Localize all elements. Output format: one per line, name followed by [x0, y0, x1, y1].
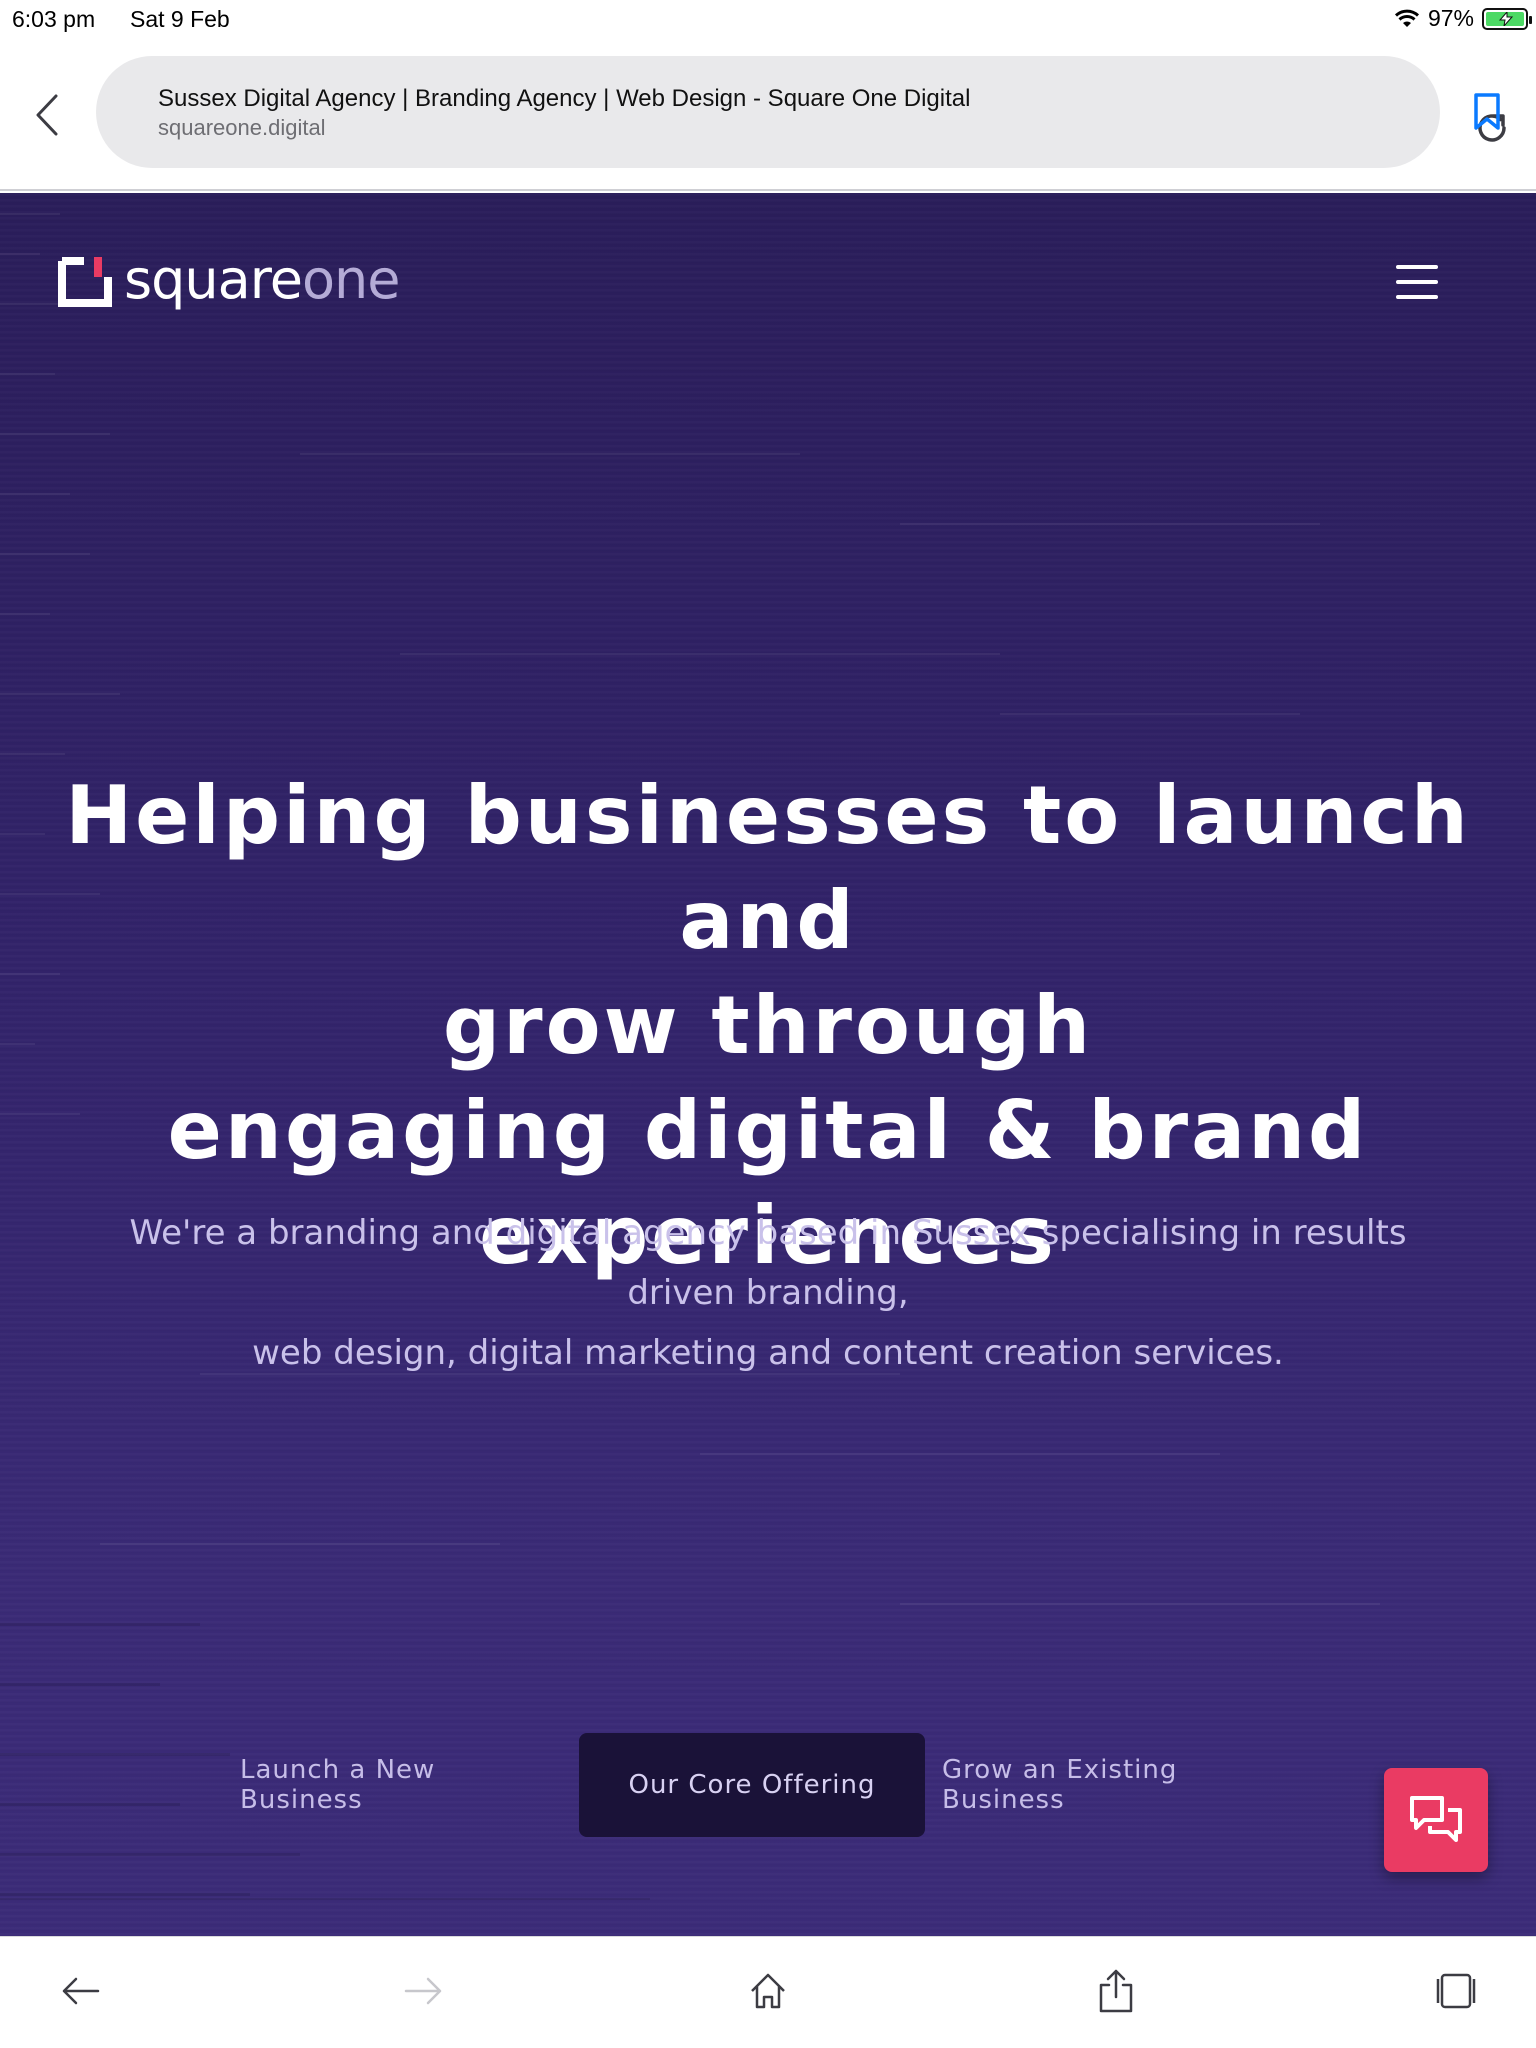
tabs-icon[interactable]: [1432, 1967, 1480, 2015]
battery-charging-icon: [1482, 7, 1532, 30]
forward-arrow-icon[interactable]: [400, 1967, 448, 2015]
tab-our-core-offering[interactable]: Our Core Offering: [579, 1733, 925, 1837]
logo-word-square: square: [124, 248, 303, 311]
hero-description: We're a branding and digital agency base…: [100, 1203, 1436, 1383]
headline-line: engaging digital & brand: [167, 1084, 1369, 1177]
status-bar: 6:03 pm Sat 9 Feb 97%: [0, 0, 1536, 40]
page-host: squareone.digital: [158, 115, 326, 140]
back-arrow-icon[interactable]: [56, 1967, 104, 2015]
browser-address-bar: Sussex Digital Agency | Branding Agency …: [0, 40, 1536, 191]
share-icon[interactable]: [1092, 1967, 1140, 2015]
square-one-logo-mark: [58, 257, 112, 307]
logo-word-one: one: [301, 248, 400, 311]
hero-section: square one Helping businesses to launch …: [0, 193, 1536, 1936]
tab-launch-new-business[interactable]: Launch a New Business: [240, 1733, 560, 1837]
url-field[interactable]: Sussex Digital Agency | Branding Agency …: [96, 56, 1506, 168]
description-line: We're a branding and digital agency base…: [129, 1213, 1407, 1253]
wifi-icon: [1394, 9, 1419, 27]
back-chevron-icon[interactable]: [32, 90, 62, 140]
home-icon[interactable]: [744, 1967, 792, 2015]
page-title: Sussex Digital Agency | Branding Agency …: [158, 85, 971, 112]
site-logo[interactable]: square one: [58, 248, 400, 311]
offering-tabs: Launch a New Business Our Core Offering …: [0, 1733, 1536, 1837]
battery-percent: 97%: [1427, 5, 1474, 31]
tab-grow-existing-business[interactable]: Grow an Existing Business: [942, 1733, 1294, 1837]
live-chat-button[interactable]: [1384, 1768, 1488, 1872]
bookmark-icon[interactable]: [1472, 92, 1502, 132]
chat-bubbles-icon: [1410, 1796, 1462, 1842]
status-indicators: 97%: [1394, 5, 1532, 32]
headline-line: grow through: [442, 979, 1094, 1072]
status-date: Sat 9 Feb: [130, 6, 230, 32]
browser-toolbar: [0, 1936, 1536, 2048]
description-line: driven branding,: [627, 1273, 909, 1313]
hamburger-menu-icon[interactable]: [1396, 265, 1438, 299]
headline-line: Helping businesses to launch and: [65, 769, 1471, 967]
description-line: web design, digital marketing and conten…: [252, 1333, 1284, 1373]
status-time: 6:03 pm: [12, 6, 96, 32]
